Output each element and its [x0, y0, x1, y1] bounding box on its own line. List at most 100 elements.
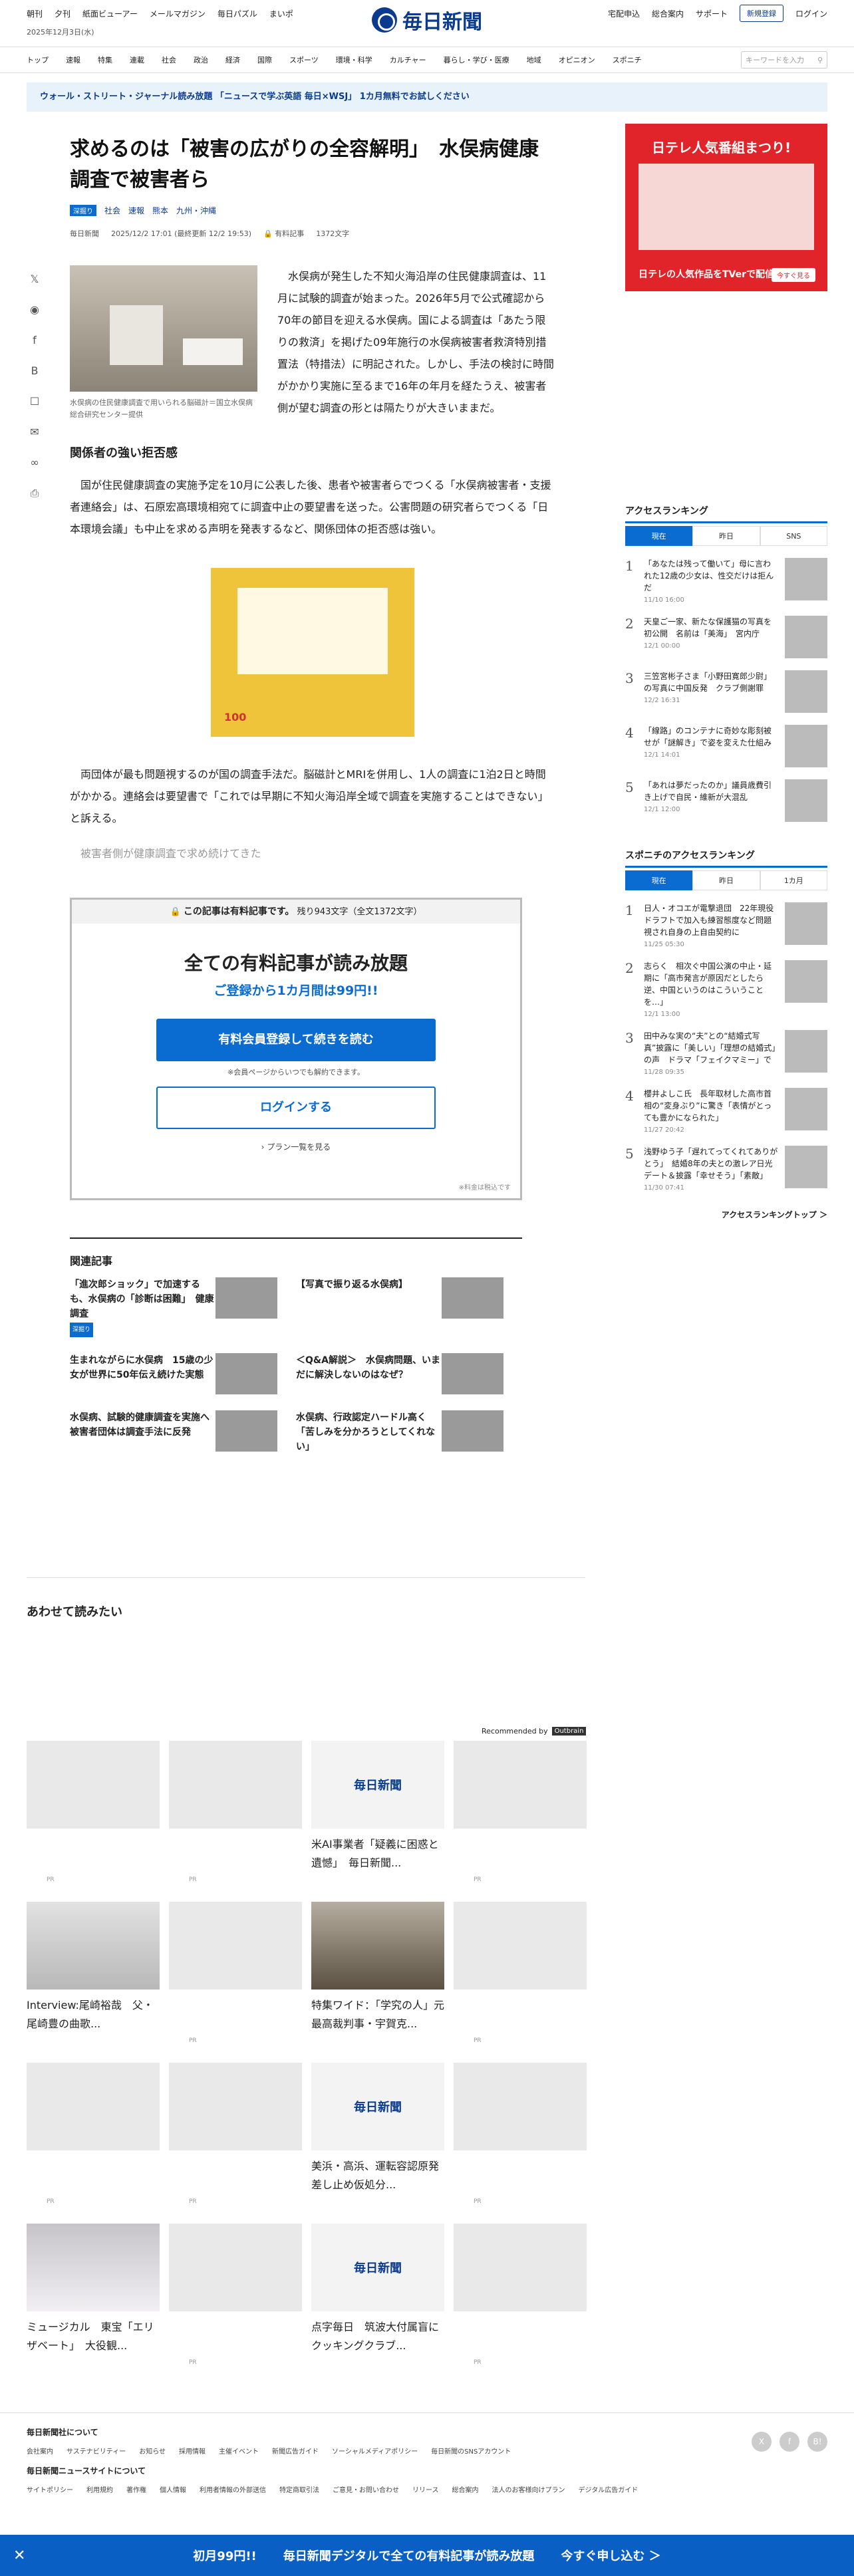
paywall-login-button[interactable]: ログインする [156, 1087, 436, 1129]
related-item[interactable]: 水俣病、試験的健康調査を実施へ 被害者団体は調査手法に反発 [70, 1410, 296, 1454]
search-icon[interactable]: ⚲ [817, 56, 823, 64]
comment-icon[interactable]: ◉ [28, 303, 41, 317]
inline-ad[interactable]: 100 [211, 568, 414, 737]
nav-item[interactable]: 地域 [527, 55, 541, 65]
ranking-item[interactable]: 2 天皇ご一家、新たな保護猫の写真を初公開 名前は「美海」 宮内庁 12/1 00:… [625, 616, 827, 658]
plan-list-link[interactable]: › プラン一覧を見る [72, 1141, 520, 1152]
footer-link[interactable]: サイトポリシー [27, 2484, 73, 2494]
nav-item[interactable]: 連載 [130, 55, 144, 65]
link-maipo[interactable]: まいポ [269, 8, 293, 19]
rec-card[interactable]: 毎日新聞 米AI事業者「疑義に困惑と遺憾」 毎日新聞... [311, 1741, 444, 1902]
nav-item[interactable]: 特集 [98, 55, 112, 65]
tab-yesterday[interactable]: 昨日 [692, 526, 760, 546]
footer-link[interactable]: ご意見・お問い合わせ [333, 2484, 399, 2494]
nav-item[interactable]: トップ [27, 55, 49, 65]
print-icon[interactable]: ⎙ [28, 487, 41, 500]
footer-link[interactable]: リリース [412, 2484, 439, 2494]
tag-link[interactable]: 九州・沖縄 [176, 205, 216, 216]
footer-link[interactable]: 特定商取引法 [279, 2484, 319, 2494]
footer-link[interactable]: サステナビリティー [67, 2446, 126, 2456]
tab-current[interactable]: 現在 [625, 526, 693, 546]
footer-link[interactable]: 著作権 [126, 2484, 146, 2494]
register-button[interactable]: 新規登録 [739, 5, 783, 22]
tag-badge[interactable]: 深掘り [70, 205, 96, 216]
link-support[interactable]: サポート [696, 8, 728, 19]
x-icon[interactable]: X [752, 2432, 772, 2452]
link-evening[interactable]: 夕刊 [55, 8, 71, 19]
footer-link[interactable]: 新聞広告ガイド [272, 2446, 319, 2456]
rec-card[interactable]: PR [27, 1741, 160, 1902]
footer-link[interactable]: 利用者情報の外部送信 [200, 2484, 266, 2494]
footer-link[interactable]: 総合案内 [452, 2484, 479, 2494]
nav-item[interactable]: スポーツ [289, 55, 319, 65]
mail-icon[interactable]: ✉ [28, 426, 41, 439]
footer-link[interactable]: 会社案内 [27, 2446, 53, 2456]
nav-item[interactable]: 社会 [162, 55, 176, 65]
sponichi-item[interactable]: 2 志らく 相次ぐ中国公演の中止・延期に「高市発言が原因だとしたら逆、中国というの… [625, 960, 827, 1018]
nav-item[interactable]: 暮らし・学び・医療 [444, 55, 509, 65]
banner-cta[interactable]: 今すぐ申し込む ＞ [561, 2547, 660, 2564]
nav-item[interactable]: 政治 [194, 55, 208, 65]
link-viewer[interactable]: 紙面ビューアー [82, 8, 138, 19]
nav-item[interactable]: カルチャー [390, 55, 426, 65]
rec-card[interactable]: 毎日新聞 点字毎日 筑波大付属盲にクッキングクラブ... [311, 2224, 444, 2384]
nav-item[interactable]: 速報 [66, 55, 80, 65]
related-item[interactable]: 水俣病、行政認定ハードル高く「苦しみを分かろうとしてくれない」 [296, 1410, 522, 1454]
tab-sns[interactable]: SNS [760, 526, 827, 546]
ranking-item[interactable]: 5 「あれは夢だったのか」議員歳費引き上げで自民・維新が大混乱 12/1 12:00 [625, 779, 827, 822]
rec-card[interactable]: PR [169, 1741, 302, 1902]
ranking-more-link[interactable]: アクセスランキングトップ ＞ [625, 1209, 827, 1220]
ranking-item[interactable]: 3 三笠宮彬子さま「小野田寛郎少尉」の写真に中国反発 クラブ側謝罪 12/2 16:… [625, 670, 827, 713]
nav-item[interactable]: 経済 [225, 55, 240, 65]
tab-yesterday[interactable]: 昨日 [692, 870, 760, 890]
footer-link[interactable]: 法人のお客様向けプラン [492, 2484, 565, 2494]
footer-link[interactable]: 主催イベント [219, 2446, 259, 2456]
nav-item[interactable]: スポニチ [613, 55, 642, 65]
rec-card[interactable]: ミュージカル 東宝「エリザベート」 大役観... [27, 2224, 160, 2384]
sponichi-item[interactable]: 3 田中みな実の“夫”との“結婚式写真”披露に「美しい」「理想の結婚式」の声 ドラ… [625, 1030, 827, 1076]
sponichi-item[interactable]: 1 日人・オコエが電撃退団 22年現役ドラフトで加入も練習態度など問題視され自身の… [625, 902, 827, 948]
footer-link[interactable]: 個人情報 [160, 2484, 186, 2494]
footer-link[interactable]: お知らせ [139, 2446, 166, 2456]
bottom-promo-banner[interactable]: ✕ 初月99円!! 毎日新聞デジタルで全ての有料記事が読み放題 今すぐ申し込む … [0, 2535, 854, 2576]
close-icon[interactable]: ✕ [13, 2547, 25, 2564]
rec-card[interactable]: 毎日新聞 美浜・高浜、運転容認原発差し止め仮処分... [311, 2063, 444, 2224]
rec-card[interactable]: Interview:尾崎裕哉 父・尾崎豊の曲歌... [27, 1902, 160, 2063]
link-puzzle[interactable]: 毎日パズル [217, 8, 257, 19]
rec-card[interactable]: PR [454, 1741, 587, 1902]
hatena-icon[interactable]: B [28, 364, 41, 378]
tab-month[interactable]: 1カ月 [760, 870, 827, 890]
tag-link[interactable]: 熊本 [152, 205, 168, 216]
lead-photo-image[interactable] [70, 265, 257, 392]
sponichi-item[interactable]: 5 浅野ゆう子「遅れてってくれてありがとう」 結婚8年の夫との激レア日光デート＆披… [625, 1146, 827, 1192]
related-item[interactable]: 【写真で振り返る水俣病】 [296, 1277, 522, 1337]
rec-card[interactable]: PR [454, 1902, 587, 2063]
sidebar-ad[interactable]: 日テレ人気番組まつり! 日テレの人気作品をTVerで配信中 今すぐ見る [625, 124, 827, 291]
link-newsletter[interactable]: メールマガジン [150, 8, 206, 19]
login-link[interactable]: ログイン [795, 8, 827, 19]
tag-link[interactable]: 速報 [128, 205, 144, 216]
related-item[interactable]: 「進次郎ショック」で加速するも、水俣病の「診断は困難」 健康調査 深掘り [70, 1277, 296, 1337]
nav-item[interactable]: オピニオン [559, 55, 595, 65]
footer-link[interactable]: 採用情報 [179, 2446, 206, 2456]
rec-card[interactable]: PR [27, 2063, 160, 2224]
x-share-icon[interactable]: 𝕏 [28, 273, 41, 286]
link-guide[interactable]: 総合案内 [652, 8, 684, 19]
subscribe-button[interactable]: 有料会員登録して続きを読む [156, 1019, 436, 1061]
tag-link[interactable]: 社会 [104, 205, 120, 216]
rec-card[interactable]: PR [169, 1902, 302, 2063]
rec-card[interactable]: PR [169, 2063, 302, 2224]
outbrain-logo[interactable]: Outbrain [551, 1727, 587, 1736]
link-delivery[interactable]: 宅配申込 [608, 8, 640, 19]
nav-item[interactable]: 環境・科学 [336, 55, 372, 65]
related-item[interactable]: ＜Q&A解説＞ 水俣病問題、いまだに解決しないのはなぜ？ [296, 1353, 522, 1394]
rec-card[interactable]: PR [454, 2063, 587, 2224]
sponichi-item[interactable]: 4 櫻井よしこ氏 長年取材した高市首相の“変身ぶり”に驚き「表情がとっても豊かにな… [625, 1088, 827, 1134]
related-item[interactable]: 生まれながらに水俣病 15歳の少女が世界に50年伝え続けた実態 [70, 1353, 296, 1394]
search-input[interactable]: キーワードを入力 ⚲ [741, 51, 827, 68]
nav-item[interactable]: 国際 [257, 55, 272, 65]
link-morning[interactable]: 朝刊 [27, 8, 43, 19]
facebook-icon[interactable]: f [780, 2432, 799, 2452]
hatena-icon[interactable]: B! [807, 2432, 827, 2452]
promo-notice[interactable]: ウォール・ストリート・ジャーナル読み放題 「ニュースで学ぶ英語 毎日×WSJ」 … [27, 82, 827, 112]
